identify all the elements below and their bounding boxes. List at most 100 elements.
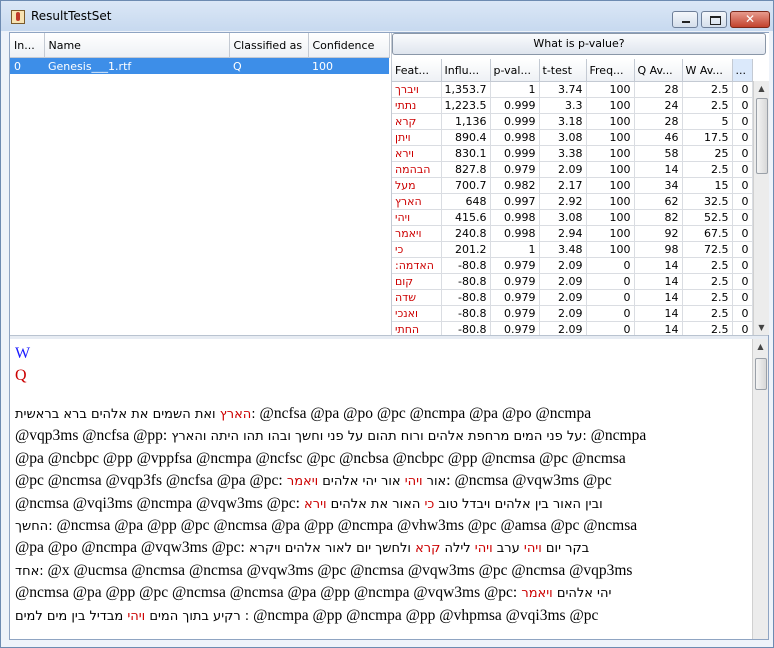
table-cell[interactable]: 0.998 <box>490 129 540 146</box>
table-cell[interactable]: 100 <box>586 241 635 258</box>
table-cell[interactable]: 0.979 <box>490 161 540 178</box>
table-cell[interactable]: 2.5 <box>682 305 733 322</box>
table-cell[interactable]: 2.5 <box>682 289 733 306</box>
table-cell[interactable]: 1,353.7 <box>441 81 491 98</box>
table-cell[interactable]: 3.74 <box>539 81 587 98</box>
column-header-name[interactable]: Name <box>44 33 230 58</box>
table-cell[interactable]: 1,223.5 <box>441 97 491 114</box>
scroll-up-arrow-icon[interactable]: ▲ <box>753 339 768 354</box>
table-cell[interactable]: 2.5 <box>682 81 733 98</box>
table-row[interactable]: שדה -80.8 0.979 2.09 0 14 2.5 0 <box>392 289 753 306</box>
table-row[interactable]: מעל 700.7 0.982 2.17 100 34 15 0 <box>392 177 753 194</box>
table-cell[interactable]: 3.08 <box>539 129 587 146</box>
table-cell[interactable]: 98 <box>634 241 683 258</box>
feature-word-cell[interactable]: שדה <box>392 289 442 306</box>
table-cell[interactable]: 32.5 <box>682 193 733 210</box>
table-row[interactable]: קרא 1,136 0.999 3.18 100 28 5 0 <box>392 113 753 130</box>
feature-word-cell[interactable]: האדמה: <box>392 257 442 274</box>
table-cell[interactable]: 0 <box>586 257 635 274</box>
table-cell[interactable]: 52.5 <box>682 209 733 226</box>
table-cell[interactable]: 100 <box>586 145 635 162</box>
table-row[interactable]: הארץ 648 0.997 2.92 100 62 32.5 0 <box>392 193 753 210</box>
table-cell[interactable]: 3.18 <box>539 113 587 130</box>
feature-word-cell[interactable]: קרא <box>392 113 442 130</box>
table-cell[interactable]: 28 <box>634 81 683 98</box>
title-bar[interactable]: ResultTestSet ✕ <box>1 1 773 31</box>
table-cell[interactable]: 28 <box>634 113 683 130</box>
feature-word-cell[interactable]: ויברך <box>392 81 442 98</box>
column-header-influence[interactable]: Influ... <box>441 59 491 82</box>
table-cell[interactable]: 100 <box>586 113 635 130</box>
feature-word-cell[interactable]: ויאמר <box>392 225 442 242</box>
column-header-feature[interactable]: Feat... <box>392 59 442 82</box>
table-cell[interactable]: 0 <box>732 305 753 322</box>
table-cell[interactable]: 67.5 <box>682 225 733 242</box>
feature-word-cell[interactable]: ואנכי <box>392 305 442 322</box>
pvalue-help-button[interactable]: What is p-value? <box>392 33 766 55</box>
table-row[interactable]: קום -80.8 0.979 2.09 0 14 2.5 0 <box>392 273 753 290</box>
column-header-t-test[interactable]: t-test <box>539 59 587 82</box>
column-header-confidence[interactable]: Confidence <box>308 33 390 58</box>
table-cell[interactable]: 24 <box>634 97 683 114</box>
scroll-thumb[interactable] <box>755 358 767 390</box>
cell-class[interactable]: Q <box>229 57 308 74</box>
table-row[interactable]: האדמה: -80.8 0.979 2.09 0 14 2.5 0 <box>392 257 753 274</box>
scroll-thumb[interactable] <box>756 98 768 174</box>
table-cell[interactable]: 0.998 <box>490 209 540 226</box>
table-cell[interactable]: 2.5 <box>682 273 733 290</box>
text-pane-scrollbar[interactable]: ▲ <box>752 339 768 639</box>
table-cell[interactable]: 62 <box>634 193 683 210</box>
table-row[interactable]: 0 Genesis___1.rtf Q 100 <box>10 57 389 74</box>
table-cell[interactable]: 0.982 <box>490 177 540 194</box>
table-row[interactable]: כי 201.2 1 3.48 100 98 72.5 0 <box>392 241 753 258</box>
table-cell[interactable]: 92 <box>634 225 683 242</box>
table-cell[interactable]: 82 <box>634 209 683 226</box>
table-cell[interactable]: 0 <box>586 289 635 306</box>
table-cell[interactable]: 1 <box>490 241 540 258</box>
table-row[interactable]: ויאמר 240.8 0.998 2.94 100 92 67.5 0 <box>392 225 753 242</box>
column-header-index[interactable]: In... <box>10 33 45 58</box>
table-cell[interactable]: 100 <box>586 129 635 146</box>
table-cell[interactable]: 890.4 <box>441 129 491 146</box>
table-cell[interactable]: 0 <box>732 177 753 194</box>
table-cell[interactable]: 0.979 <box>490 289 540 306</box>
table-cell[interactable]: 3.3 <box>539 97 587 114</box>
table-cell[interactable]: 415.6 <box>441 209 491 226</box>
table-cell[interactable]: 0 <box>732 129 753 146</box>
table-cell[interactable]: -80.8 <box>441 257 491 274</box>
table-row[interactable]: ויברך 1,353.7 1 3.74 100 28 2.5 0 <box>392 81 753 98</box>
table-cell[interactable]: 0 <box>732 289 753 306</box>
column-header-more[interactable]: ... <box>732 59 753 82</box>
table-cell[interactable]: 25 <box>682 145 733 162</box>
table-cell[interactable]: 0.979 <box>490 257 540 274</box>
table-cell[interactable]: 2.09 <box>539 161 587 178</box>
table-cell[interactable]: 2.09 <box>539 305 587 322</box>
column-header-q-average[interactable]: Q Av... <box>634 59 683 82</box>
feature-word-cell[interactable]: הבהמה <box>392 161 442 178</box>
table-cell[interactable]: 2.09 <box>539 257 587 274</box>
table-cell[interactable]: 2.5 <box>682 161 733 178</box>
cell-confidence[interactable]: 100 <box>308 57 389 74</box>
close-button[interactable]: ✕ <box>730 11 770 28</box>
table-row[interactable]: הבהמה 827.8 0.979 2.09 100 14 2.5 0 <box>392 161 753 178</box>
table-row[interactable]: ויתן 890.4 0.998 3.08 100 46 17.5 0 <box>392 129 753 146</box>
table-cell[interactable]: 827.8 <box>441 161 491 178</box>
table-cell[interactable]: 3.38 <box>539 145 587 162</box>
table-cell[interactable]: 100 <box>586 97 635 114</box>
table-cell[interactable]: -80.8 <box>441 273 491 290</box>
table-cell[interactable]: 2.5 <box>682 257 733 274</box>
table-cell[interactable]: 100 <box>586 81 635 98</box>
feature-word-cell[interactable]: ויהי <box>392 209 442 226</box>
feature-word-cell[interactable]: כי <box>392 241 442 258</box>
table-cell[interactable]: 0.998 <box>490 225 540 242</box>
cell-index[interactable]: 0 <box>10 57 44 74</box>
table-cell[interactable]: 0 <box>732 193 753 210</box>
table-cell[interactable]: 0 <box>732 145 753 162</box>
table-cell[interactable]: 0 <box>732 225 753 242</box>
document-text-pane[interactable]: W Q הארץ ואת השמים את אלהים ברא בראשית: … <box>10 339 752 639</box>
table-cell[interactable]: 14 <box>634 273 683 290</box>
table-cell[interactable]: -80.8 <box>441 305 491 322</box>
table-cell[interactable]: 0 <box>732 257 753 274</box>
table-cell[interactable]: 0 <box>732 209 753 226</box>
table-cell[interactable]: 0 <box>586 273 635 290</box>
